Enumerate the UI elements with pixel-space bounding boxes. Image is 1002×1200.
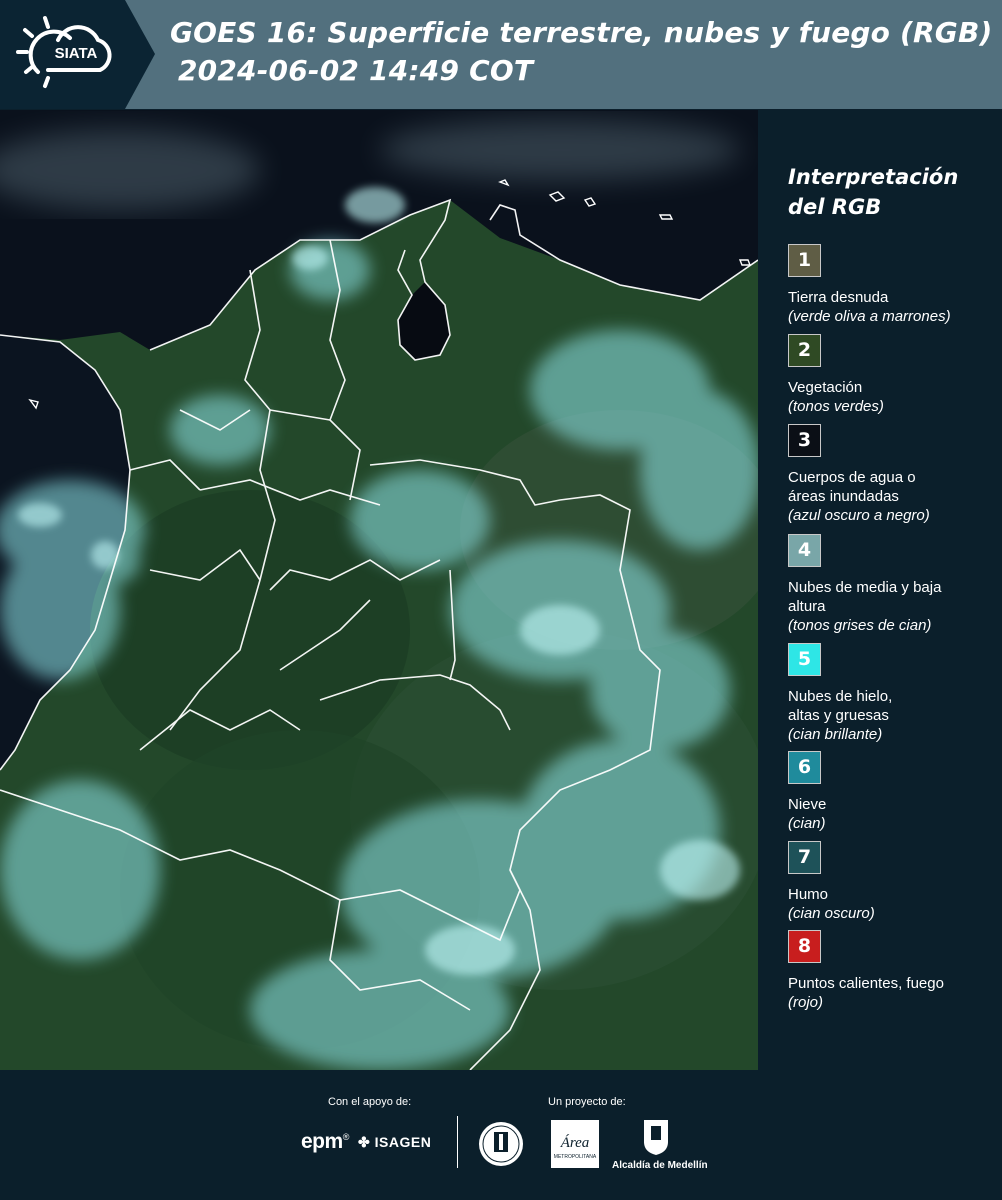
legend-swatch: 6	[788, 751, 821, 784]
legend-item-1: 1 Tierra desnuda (verde oliva a marrones…	[788, 244, 998, 326]
epm-logo-text: epm	[301, 1130, 343, 1153]
legend-item-sub: (azul oscuro a negro)	[788, 507, 930, 524]
page-title: GOES 16: Superficie terrestre, nubes y f…	[170, 14, 993, 90]
satellite-map	[0, 110, 758, 1070]
header-banner: SIATA GOES 16: Superficie terrestre, nub…	[0, 0, 1002, 109]
legend-item-label: Puntos calientes, fuego	[788, 975, 944, 992]
project-label: Un proyecto de:	[548, 1096, 626, 1108]
legend-swatch: 7	[788, 841, 821, 874]
legend-item-2: 2 Vegetación (tonos verdes)	[788, 334, 998, 416]
legend-item-sub: (verde oliva a marrones)	[788, 308, 951, 325]
legend-item-4: 4 Nubes de media y baja altura (tonos gr…	[788, 534, 998, 635]
title-line-2: 2024-06-02 14:49 COT	[178, 54, 534, 87]
legend-title: Interpretación del RGB	[788, 165, 959, 219]
legend-item-sub: (cian oscuro)	[788, 905, 875, 922]
alcaldia-shield-icon	[644, 1120, 668, 1155]
legend-item-3: 3 Cuerpos de agua o áreas inundadas (azu…	[788, 424, 998, 525]
legend-item-label: Nieve	[788, 796, 827, 813]
legend-swatch: 3	[788, 424, 821, 457]
legend-item-label: Humo	[788, 886, 829, 903]
area-logo-text: Área	[560, 1134, 590, 1151]
siata-logo: SIATA	[0, 0, 155, 109]
alcaldia-label: Alcaldía de Medellín	[612, 1160, 708, 1171]
area-logo-subtext: METROPOLITANA	[554, 1154, 597, 1160]
legend-item-sub: (cian brillante)	[788, 726, 883, 743]
legend-item-sub: (rojo)	[788, 994, 824, 1011]
legend-item-6: 6 Nieve (cian)	[788, 751, 998, 833]
isagen-logo: ✤ ISAGEN	[358, 1134, 431, 1151]
siata-logo-text: SIATA	[55, 45, 98, 62]
legend-item-5: 5 Nubes de hielo, altas y gruesas (cian …	[788, 643, 998, 744]
legend-item-8: 8 Puntos calientes, fuego (rojo)	[788, 930, 998, 1012]
legend-item-label: Nubes de media y baja altura	[788, 579, 942, 615]
legend-item-label: Tierra desnuda	[788, 289, 889, 306]
legend-item-label: Vegetación	[788, 379, 863, 396]
footer: Con el apoyo de: Un proyecto de: epm® ✤ …	[0, 1070, 1002, 1200]
epm-logo: epm®	[301, 1130, 349, 1154]
area-metropolitana-logo: Área METROPOLITANA	[551, 1120, 599, 1168]
legend-item-label: Nubes de hielo, altas y gruesas	[788, 688, 893, 724]
legend-panel: Interpretación del RGB 1 Tierra desnuda …	[770, 110, 1002, 1070]
title-line-1: GOES 16: Superficie terrestre, nubes y f…	[170, 16, 993, 49]
university-seal-icon	[479, 1122, 523, 1166]
legend-item-label: Cuerpos de agua o áreas inundadas	[788, 469, 916, 505]
satellite-image	[0, 110, 758, 1070]
legend-swatch: 4	[788, 534, 821, 567]
legend-item-sub: (tonos verdes)	[788, 398, 884, 415]
footer-divider	[457, 1116, 458, 1168]
legend-item-sub: (cian)	[788, 815, 826, 832]
legend-swatch: 8	[788, 930, 821, 963]
isagen-logo-text: ISAGEN	[374, 1134, 432, 1150]
legend-swatch: 1	[788, 244, 821, 277]
support-label: Con el apoyo de:	[328, 1096, 412, 1108]
legend-item-sub: (tonos grises de cian)	[788, 617, 932, 634]
epm-registered-mark: ®	[342, 1132, 350, 1142]
legend-item-7: 7 Humo (cian oscuro)	[788, 841, 998, 923]
legend-swatch: 2	[788, 334, 821, 367]
legend-swatch: 5	[788, 643, 821, 676]
isagen-icon: ✤	[358, 1134, 375, 1150]
